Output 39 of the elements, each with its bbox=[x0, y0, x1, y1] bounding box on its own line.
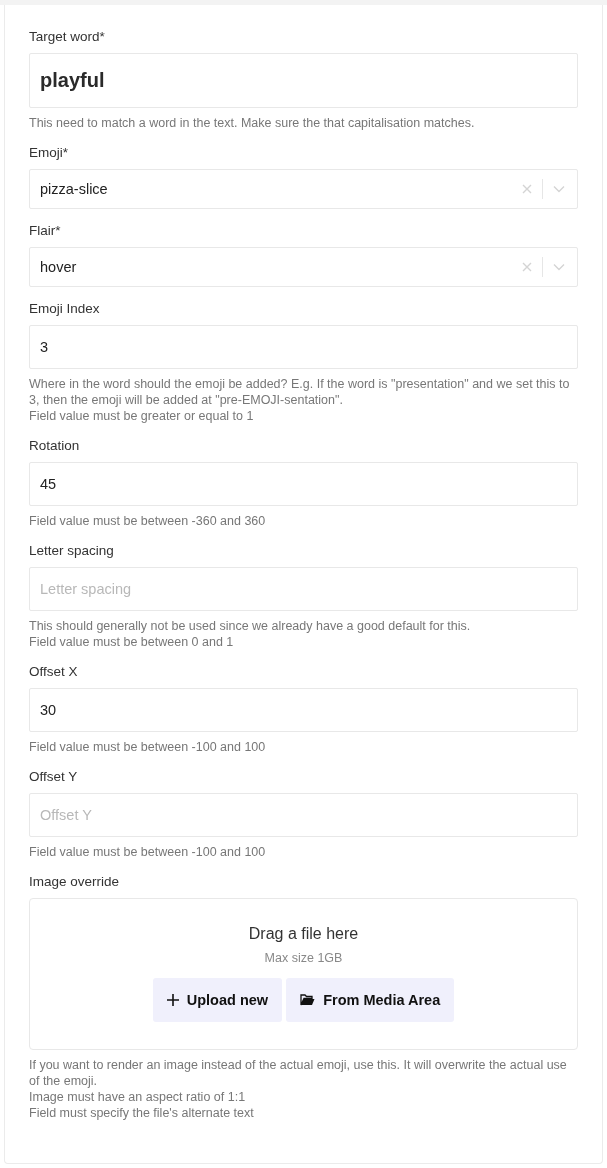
input-field[interactable]: 45 bbox=[29, 462, 578, 506]
field-label: Emoji Index bbox=[29, 301, 101, 316]
field-label: Rotation bbox=[29, 438, 81, 453]
plus-icon bbox=[166, 994, 179, 1006]
input-field[interactable]: playful bbox=[29, 53, 578, 108]
help-text: Field value must be between -360 and 360 bbox=[29, 513, 267, 529]
drop-title: Drag a file here bbox=[248, 925, 359, 943]
select-field[interactable]: hover bbox=[29, 247, 578, 287]
field-label: Flair* bbox=[29, 223, 62, 238]
select-field[interactable]: pizza-slice bbox=[29, 169, 578, 209]
input-field[interactable]: 30 bbox=[29, 688, 578, 732]
input-field[interactable]: 3 bbox=[29, 325, 578, 369]
chevron-down-icon[interactable] bbox=[553, 263, 565, 271]
media-button[interactable]: From Media Area bbox=[286, 978, 455, 1022]
help-text: Field value must be between -100 and 100 bbox=[29, 739, 267, 755]
help-text: If you want to render an image instead of the actual emoji, use this. It will overwrite the actual use of the emoji. bbox=[29, 1057, 568, 1089]
help-text: Field value must be greater or equal to 1 bbox=[29, 408, 255, 424]
chevron-down-icon[interactable] bbox=[553, 185, 565, 193]
folder-icon bbox=[300, 994, 316, 1006]
file-drop-zone[interactable]: Drag a file here Max size 1GB Upload new From Media Area bbox=[29, 898, 578, 1050]
field-label: Letter spacing bbox=[29, 543, 115, 558]
help-text: This need to match a word in the text. Make sure the that capitalisation matches. bbox=[29, 115, 476, 131]
clear-icon[interactable] bbox=[522, 262, 532, 272]
field-label: Offset Y bbox=[29, 769, 79, 784]
field-label: Offset X bbox=[29, 664, 79, 679]
input-field[interactable]: Letter spacing bbox=[29, 567, 578, 611]
help-text: This should generally not be used since we already have a good default for this. bbox=[29, 618, 472, 634]
drop-hint: Max size 1GB bbox=[264, 951, 343, 965]
help-text: Field value must be between -100 and 100 bbox=[29, 844, 267, 860]
field-label: Target word* bbox=[29, 29, 106, 44]
help-text: Image must have an aspect ratio of 1:1 bbox=[29, 1089, 247, 1105]
help-text: Where in the word should the emoji be added? E.g. If the word is "presentation" and we set this to 3, then the emoji will be added at "pre-EMOJI-sentation". bbox=[29, 376, 571, 408]
field-label: Image override bbox=[29, 874, 121, 889]
field-label: Emoji* bbox=[29, 145, 69, 160]
upload-button[interactable]: Upload new bbox=[152, 978, 283, 1022]
input-field[interactable]: Offset Y bbox=[29, 793, 578, 837]
help-text: Field must specify the file's alternate text bbox=[29, 1105, 255, 1121]
clear-icon[interactable] bbox=[522, 184, 532, 194]
help-text: Field value must be between 0 and 1 bbox=[29, 634, 235, 650]
